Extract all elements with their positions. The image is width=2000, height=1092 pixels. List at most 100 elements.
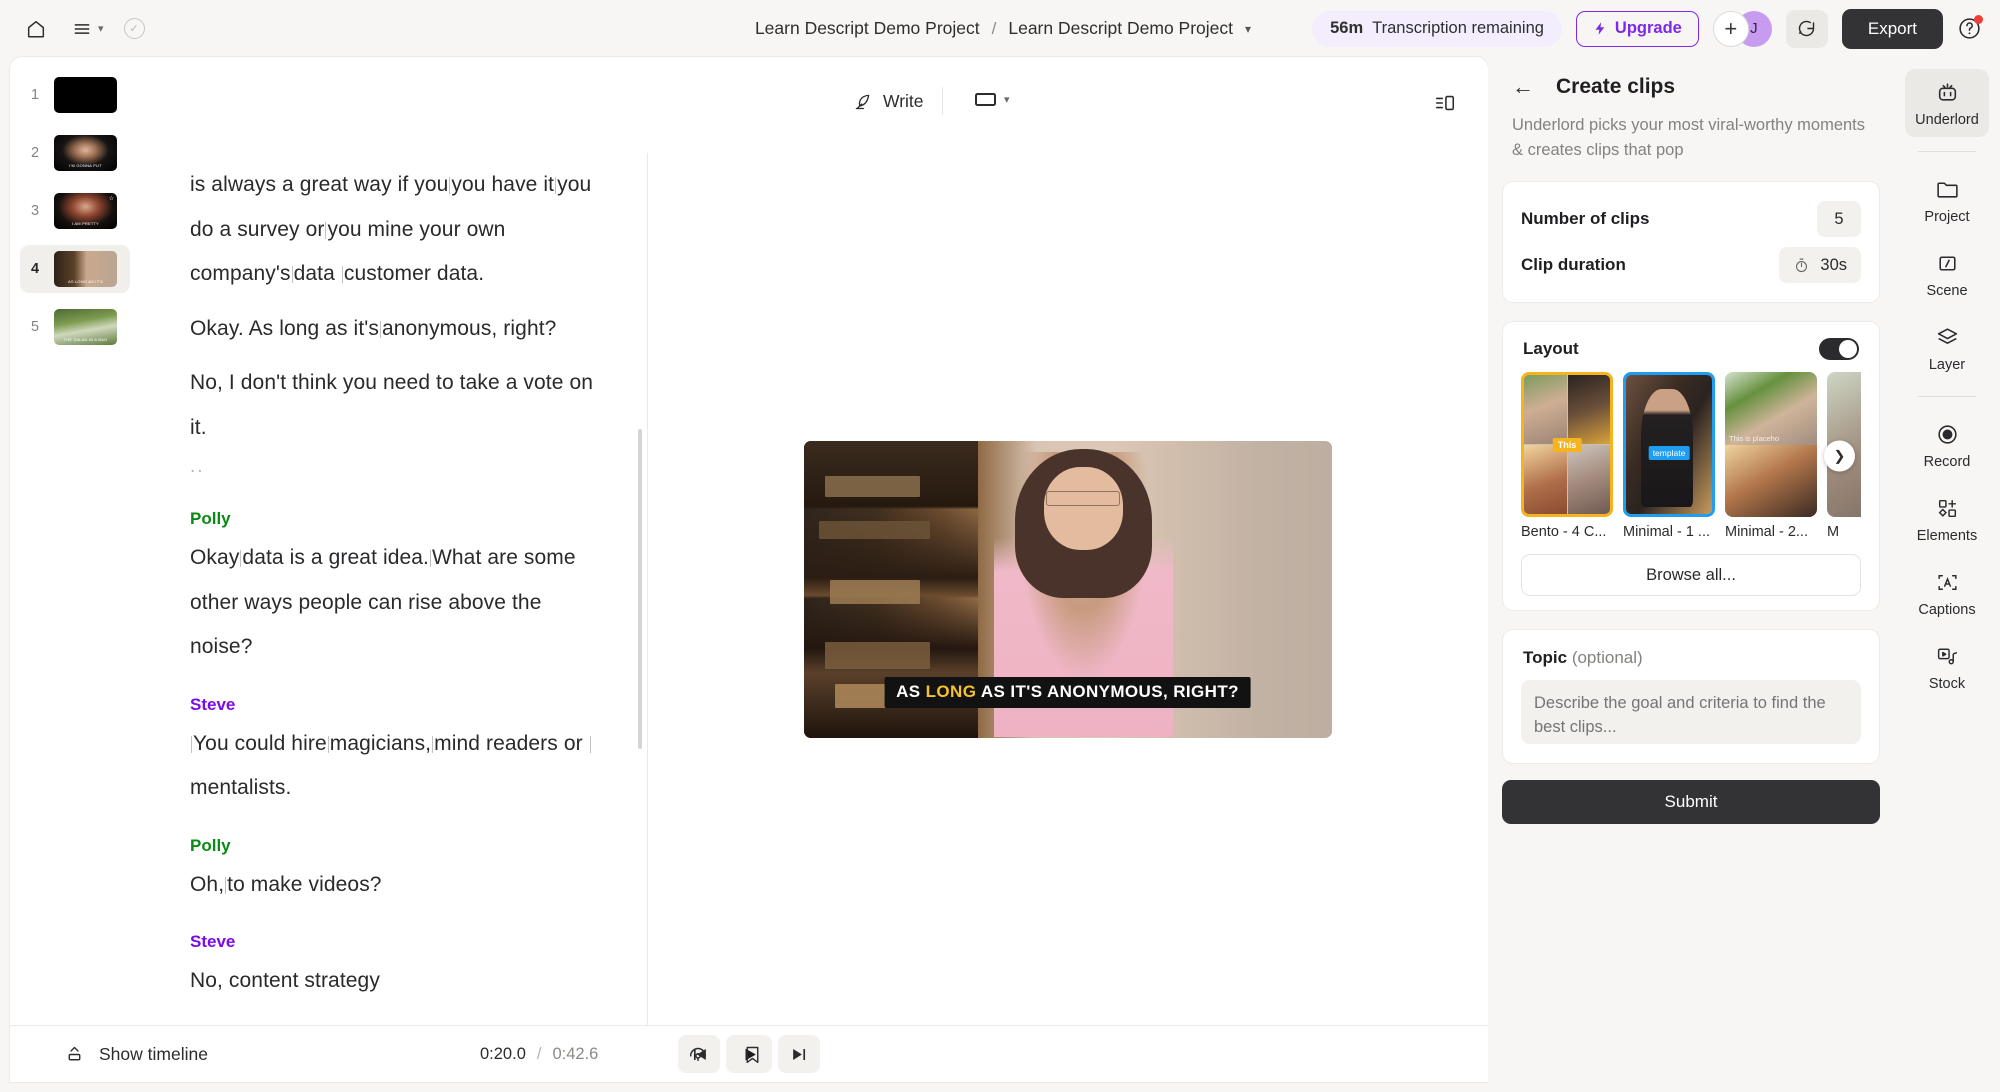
- transcription-remaining-badge: 56m Transcription remaining: [1312, 10, 1562, 47]
- write-label: Write: [883, 91, 924, 111]
- scene-item-4[interactable]: 4 AS LONG AS IT'S: [20, 245, 130, 293]
- side-panel-toggle-icon[interactable]: [1428, 87, 1462, 119]
- transcription-minutes: 56m: [1330, 19, 1364, 37]
- time-display: 0:20.0 / 0:42.6: [480, 1045, 598, 1064]
- tool-underlord[interactable]: Underlord: [1905, 69, 1989, 137]
- scene-thumbnail[interactable]: I'M GONNA PUT: [54, 135, 117, 171]
- stock-media-icon: [1937, 648, 1957, 665]
- hamburger-menu-icon[interactable]: [62, 10, 102, 48]
- transcript-paragraph[interactable]: No, content strategy: [190, 959, 598, 1004]
- tool-layer[interactable]: Layer: [1905, 314, 1989, 382]
- tool-captions[interactable]: Captions: [1905, 559, 1989, 627]
- scene-item-5[interactable]: 5 THE SALAD IN A BAG: [20, 303, 130, 351]
- submit-button[interactable]: Submit: [1502, 780, 1880, 824]
- tool-label: Scene: [1926, 283, 1968, 299]
- scene-item-3[interactable]: 3 ☆ I AM PRETTY: [20, 187, 130, 235]
- chevron-down-icon: ▾: [98, 23, 104, 35]
- show-timeline-button[interactable]: Show timeline: [52, 1038, 220, 1071]
- tool-scene[interactable]: Scene: [1905, 240, 1989, 308]
- scene-thumbnail-rail[interactable]: 1 2 I'M GONNA PUT 3 ☆ I AM PRETTY 4 AS L…: [10, 57, 140, 1025]
- scene-thumbnail[interactable]: ☆ I AM PRETTY: [54, 193, 117, 229]
- transcript-paragraph[interactable]: is always a great way if you you have it y…: [190, 163, 598, 297]
- number-of-clips-value[interactable]: 5: [1817, 201, 1861, 237]
- scene-thumbnail[interactable]: THE SALAD IN A BAG: [54, 309, 117, 345]
- topic-label-row: Topic (optional): [1521, 644, 1861, 680]
- transcript-paragraph[interactable]: No, I don't think you need to take a vot…: [190, 361, 598, 450]
- check-circle-icon[interactable]: ✓: [123, 18, 145, 39]
- speaker-label-polly[interactable]: Polly: [190, 829, 598, 863]
- scene-item-2[interactable]: 2 I'M GONNA PUT: [20, 129, 130, 177]
- scene-caption: THE SALAD IN A BAG: [63, 337, 108, 342]
- topic-optional-label: (optional): [1571, 648, 1643, 667]
- main-menu-button[interactable]: ▾: [62, 10, 104, 48]
- layout-toggle[interactable]: [1819, 338, 1859, 360]
- clip-duration-value[interactable]: 30s: [1779, 247, 1861, 283]
- layout-carousel[interactable]: This Bento - 4 C... template Minimal - 1…: [1521, 372, 1861, 540]
- tool-stock[interactable]: Stock: [1905, 633, 1989, 701]
- tool-record[interactable]: Record: [1905, 411, 1989, 479]
- transcript-paragraph[interactable]: Okay data is a great idea. What are some o…: [190, 536, 598, 670]
- clip-duration-text: 30s: [1820, 255, 1847, 274]
- layout-option-bento[interactable]: This Bento - 4 C...: [1521, 372, 1613, 540]
- layout-option-minimal-2[interactable]: This is placeho Minimal - 2...: [1725, 372, 1817, 540]
- word-boundary-marker: [191, 735, 192, 753]
- transcript-paragraph[interactable]: Okay. As long as it's anonymous, right?: [190, 307, 598, 352]
- skip-next-icon[interactable]: [778, 1035, 820, 1073]
- scene-caption: I AM PRETTY: [71, 221, 100, 226]
- right-tool-rail: Underlord Project Scene Layer Record Ele…: [1894, 57, 2000, 1092]
- breadcrumb-parent[interactable]: Learn Descript Demo Project: [749, 14, 986, 43]
- tool-elements[interactable]: Elements: [1905, 485, 1989, 553]
- help-button[interactable]: [1957, 15, 1983, 41]
- number-of-clips-row: Number of clips 5: [1521, 196, 1861, 242]
- extra-player-buttons: [680, 1037, 770, 1071]
- scene-thumbnail[interactable]: AS LONG AS IT'S: [54, 251, 117, 287]
- browse-all-button[interactable]: Browse all...: [1521, 554, 1861, 596]
- scene-thumbnail[interactable]: [54, 77, 117, 113]
- loop-speed-icon[interactable]: [680, 1037, 716, 1071]
- clip-settings-card: Number of clips 5 Clip duration 30s: [1502, 181, 1880, 303]
- speaker-label-steve[interactable]: Steve: [190, 688, 598, 722]
- word-boundary-marker: [379, 320, 381, 338]
- export-button[interactable]: Export: [1841, 8, 1943, 49]
- layout-thumbnail[interactable]: This is placeho: [1725, 372, 1817, 517]
- breadcrumb-current[interactable]: Learn Descript Demo Project: [1002, 14, 1239, 43]
- word-boundary-marker: [449, 177, 451, 194]
- bookmark-icon[interactable]: [734, 1037, 770, 1071]
- speaker-label-steve[interactable]: Steve: [190, 925, 598, 959]
- transcript-editor[interactable]: is always a great way if you you have it y…: [140, 163, 640, 1025]
- layout-preview-badge: This: [1552, 437, 1582, 452]
- editor-main-card: 1 2 I'M GONNA PUT 3 ☆ I AM PRETTY 4 AS L…: [10, 57, 1488, 1082]
- layers-icon: [1937, 328, 1957, 345]
- tool-label: Project: [1924, 209, 1970, 225]
- tool-project[interactable]: Project: [1905, 166, 1989, 234]
- add-collaborator-button[interactable]: +: [1712, 10, 1749, 47]
- layout-thumbnail[interactable]: template: [1623, 372, 1715, 517]
- layout-option-name: Minimal - 1 ...: [1623, 524, 1711, 540]
- tool-label: Stock: [1928, 676, 1966, 692]
- speaker-label-polly[interactable]: Polly: [190, 502, 598, 536]
- transcript-ellipsis: ..: [190, 456, 205, 477]
- chevron-down-icon[interactable]: ▾: [1245, 22, 1251, 36]
- word-boundary-marker: [325, 221, 327, 239]
- topic-input[interactable]: [1521, 680, 1861, 744]
- bento-quadrant: [1567, 375, 1610, 444]
- word-boundary-marker: [327, 735, 329, 753]
- layout-thumbnail[interactable]: This: [1521, 372, 1613, 517]
- number-of-clips-label: Number of clips: [1521, 209, 1650, 228]
- write-button[interactable]: Write: [841, 86, 935, 117]
- transcript-paragraph[interactable]: Oh, to make videos?: [190, 863, 598, 908]
- layout-option-minimal-1[interactable]: template Minimal - 1 ...: [1623, 372, 1715, 540]
- back-arrow-icon[interactable]: ←: [1512, 76, 1534, 98]
- comment-bubble-icon[interactable]: [1785, 9, 1828, 48]
- scene-item-1[interactable]: 1: [20, 71, 130, 119]
- video-preview-stage[interactable]: AS LONG AS IT'S ANONYMOUS, RIGHT?: [647, 153, 1488, 1025]
- captions-a-icon: [1937, 575, 1957, 590]
- chevron-right-icon[interactable]: ❯: [1824, 440, 1855, 472]
- aspect-ratio-button[interactable]: ▾: [967, 89, 1018, 110]
- transcript-scrollbar[interactable]: [638, 429, 642, 749]
- home-icon[interactable]: [16, 10, 56, 48]
- clip-duration-row: Clip duration 30s: [1521, 242, 1861, 288]
- transcript-paragraph[interactable]: You could hire magicians, mind readers or …: [190, 722, 598, 811]
- upgrade-button[interactable]: Upgrade: [1575, 10, 1699, 47]
- video-frame[interactable]: AS LONG AS IT'S ANONYMOUS, RIGHT?: [803, 440, 1332, 738]
